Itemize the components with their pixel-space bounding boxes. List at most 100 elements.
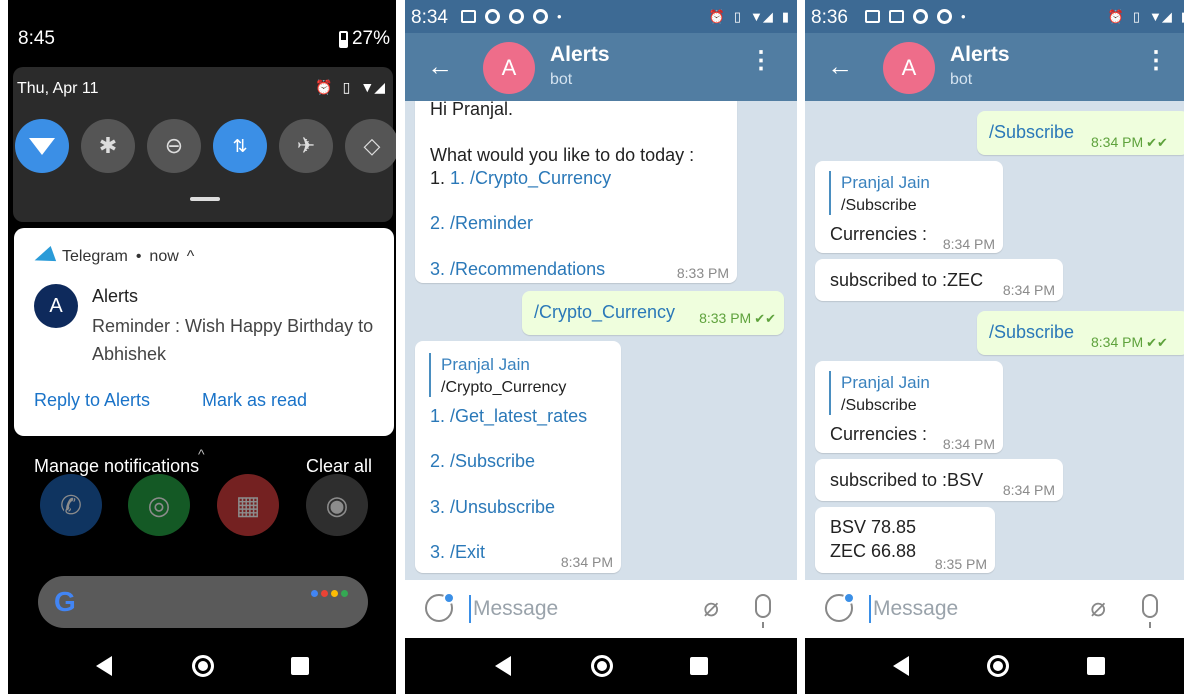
telegram-notification[interactable]: Telegram • now ^ A Alerts Reminder : Wis… — [14, 228, 394, 436]
double-check-icon: ✔✔ — [1146, 135, 1168, 150]
notification-app-name: Telegram — [62, 248, 128, 265]
google-search-bar[interactable]: G — [38, 576, 368, 628]
message-text[interactable]: /Subscribe — [989, 321, 1074, 344]
message-bubble-outgoing[interactable]: /Subscribe 8:34 PM ✔✔ — [977, 111, 1184, 155]
recents-icon[interactable] — [690, 657, 708, 675]
calculator-app-icon[interactable]: ▦ — [217, 474, 279, 536]
double-check-icon: ✔✔ — [754, 311, 776, 326]
reply-quote[interactable]: Pranjal Jain /Subscribe — [829, 371, 930, 415]
quote-author: Pranjal Jain — [841, 173, 930, 192]
whatsapp-app-icon[interactable]: ◎ — [128, 474, 190, 536]
assistant-icon[interactable] — [311, 590, 348, 597]
message-bubble-incoming[interactable]: Pranjal Jain /Subscribe Currencies : 8:3… — [815, 361, 1003, 453]
double-check-icon: ✔✔ — [1146, 335, 1168, 350]
message-bubble-incoming[interactable]: BSV 78.85 ZEC 66.88 8:35 PM — [815, 507, 995, 573]
rate-line: ZEC 66.88 — [830, 541, 917, 561]
more-options-icon[interactable]: ⋮ — [1144, 49, 1168, 73]
mark-as-read-button[interactable]: Mark as read — [202, 390, 307, 411]
date-label: Thu, Apr 11 — [17, 80, 99, 97]
message-bubble-outgoing[interactable]: /Subscribe 8:34 PM ✔✔ — [977, 311, 1184, 355]
manage-notifications-button[interactable]: Manage notifications — [34, 456, 199, 477]
message-time: 8:33 PM — [676, 265, 729, 281]
bluetooth-icon: ✱ — [98, 133, 118, 158]
status-time: 8:36 — [811, 7, 848, 28]
wifi-icon — [29, 138, 55, 155]
phone-app-icon[interactable]: ✆ — [40, 474, 102, 536]
alarm-icon: ⏰ — [708, 9, 725, 24]
message-list[interactable]: Hi Pranjal. What would you like to do to… — [405, 101, 797, 580]
attach-icon[interactable]: ⌀ — [1090, 592, 1106, 623]
chat-title[interactable]: Alerts — [550, 43, 610, 67]
message-time: 8:34 PM ✔✔ — [1091, 134, 1168, 150]
airplane-tile[interactable]: ✈ — [279, 119, 333, 173]
reply-button[interactable]: Reply to Alerts — [34, 390, 150, 411]
command-link[interactable]: 1. /Crypto_Currency — [450, 168, 611, 188]
message-bubble-incoming[interactable]: subscribed to :BSV 8:34 PM — [815, 459, 1063, 501]
message-time: 8:34 PM ✔✔ — [1091, 334, 1168, 350]
command-link[interactable]: 3. /Unsubscribe — [430, 497, 555, 517]
message-bubble-incoming[interactable]: Pranjal Jain /Subscribe Currencies : 8:3… — [815, 161, 1003, 253]
message-text[interactable]: /Crypto_Currency — [534, 301, 675, 324]
avatar[interactable]: A — [883, 42, 935, 94]
chrome-status-icon — [509, 9, 524, 24]
message-input[interactable]: Message — [873, 597, 958, 621]
message-bubble-incoming[interactable]: Hi Pranjal. What would you like to do to… — [415, 101, 737, 283]
new-sticker-badge — [443, 592, 455, 604]
back-icon[interactable] — [96, 656, 112, 676]
attach-icon[interactable]: ⌀ — [703, 592, 719, 623]
notification-title: Alerts — [92, 286, 139, 306]
bluetooth-tile[interactable]: ✱ — [81, 119, 135, 173]
mobile-data-tile[interactable]: ⇅ — [213, 119, 267, 173]
chrome-status-icon — [533, 9, 548, 24]
microphone-icon[interactable] — [1142, 594, 1158, 628]
reply-quote[interactable]: Pranjal Jain /Subscribe — [829, 171, 930, 215]
chat-header: ← A Alerts bot ⋮ — [405, 33, 797, 101]
command-link[interactable]: 2. /Subscribe — [430, 451, 535, 471]
vibrate-icon: ▯ — [1132, 9, 1140, 24]
back-arrow-icon[interactable]: ← — [827, 51, 853, 82]
back-arrow-icon[interactable]: ← — [427, 51, 453, 82]
back-icon[interactable] — [893, 656, 909, 676]
command-link[interactable]: 1. /Get_latest_rates — [430, 406, 587, 426]
image-status-icon — [865, 10, 880, 23]
avatar[interactable]: A — [483, 42, 535, 94]
chat-subtitle: bot — [550, 71, 573, 88]
quick-status-icons: ⏰ ▯ ▼◢ — [315, 79, 385, 96]
camera-app-icon[interactable]: ◉ — [306, 474, 368, 536]
status-bar: 8:34 • ⏰ ▯ ▼◢ ▮ — [405, 0, 797, 33]
recents-icon[interactable] — [1087, 657, 1105, 675]
message-bubble-outgoing[interactable]: /Crypto_Currency 8:33 PM ✔✔ — [522, 291, 784, 335]
home-icon[interactable] — [591, 655, 613, 677]
quote-author: Pranjal Jain — [841, 373, 930, 392]
message-time: 8:34 PM — [560, 554, 613, 570]
reply-quote[interactable]: Pranjal Jain /Crypto_Currency — [429, 353, 566, 397]
chat-title[interactable]: Alerts — [950, 43, 1010, 67]
dnd-tile[interactable]: ⊖ — [147, 119, 201, 173]
telegram-icon — [31, 246, 57, 268]
home-icon[interactable] — [987, 655, 1009, 677]
drag-handle[interactable] — [190, 197, 220, 201]
status-bar: 8:36 • ⏰ ▯ ▼◢ ▮ — [805, 0, 1184, 33]
wifi-tile[interactable] — [15, 119, 69, 173]
message-bubble-incoming[interactable]: subscribed to :ZEC 8:34 PM — [815, 259, 1063, 301]
avatar: A — [34, 284, 78, 328]
home-icon[interactable] — [192, 655, 214, 677]
microphone-icon[interactable] — [755, 594, 771, 628]
system-status-icons: ⏰ ▯ ▼◢ ▮ — [1108, 9, 1184, 25]
message-text: Currencies : — [830, 424, 928, 444]
chrome-status-icon — [913, 9, 928, 24]
more-options-icon[interactable]: ⋮ — [749, 49, 773, 73]
message-input[interactable]: Message — [473, 597, 558, 621]
message-list[interactable]: /Subscribe 8:34 PM ✔✔ Pranjal Jain /Subsc… — [805, 101, 1184, 580]
back-icon[interactable] — [495, 656, 511, 676]
autorotate-tile[interactable]: ◇ — [345, 119, 396, 173]
gmail-status-icon — [889, 10, 904, 23]
command-link[interactable]: 3. /Recommendations — [430, 259, 605, 279]
command-link[interactable]: 3. /Exit — [430, 542, 485, 562]
recents-icon[interactable] — [291, 657, 309, 675]
message-bubble-incoming[interactable]: Pranjal Jain /Crypto_Currency 1. /Get_la… — [415, 341, 621, 573]
message-text: Hi Pranjal. — [430, 101, 514, 119]
message-text[interactable]: /Subscribe — [989, 121, 1074, 144]
expand-chevron-icon[interactable]: ^ — [187, 248, 195, 266]
command-link[interactable]: 2. /Reminder — [430, 213, 533, 233]
